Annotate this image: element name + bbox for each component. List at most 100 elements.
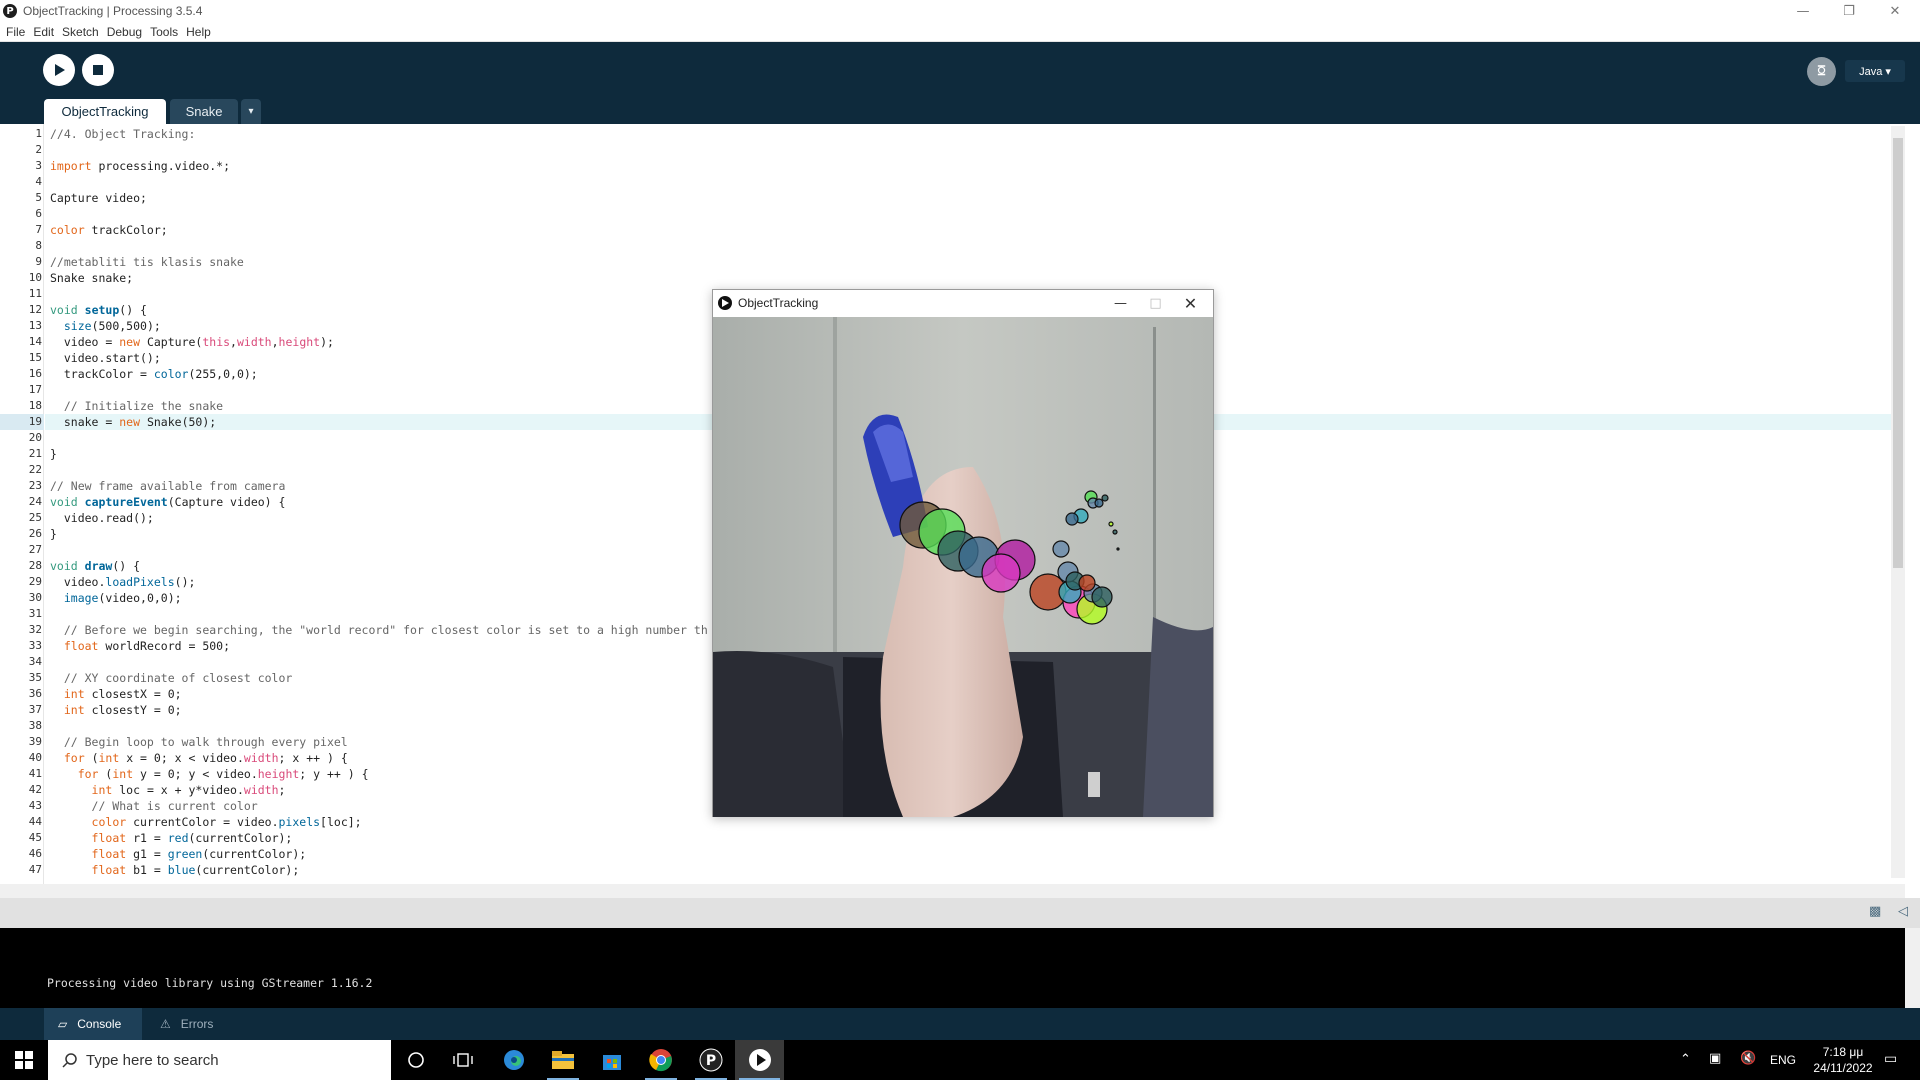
collapse-console-icon[interactable]: ◁: [1898, 904, 1908, 919]
line-number: 44: [28, 815, 42, 828]
snake-segment: [1108, 521, 1114, 527]
code-line[interactable]: Snake snake;: [50, 270, 133, 286]
toolbar: ꗞ Java ▾: [0, 42, 1920, 99]
line-number: 20: [28, 431, 42, 444]
store-icon[interactable]: [592, 1040, 632, 1080]
snake-segment: [1116, 547, 1120, 551]
code-line[interactable]: // What is current color: [50, 798, 258, 814]
tab-snake[interactable]: Snake: [170, 99, 238, 124]
code-line[interactable]: // New frame available from camera: [50, 478, 285, 494]
code-line[interactable]: // Initialize the snake: [50, 398, 223, 414]
menu-sketch[interactable]: Sketch: [58, 25, 103, 39]
code-line[interactable]: float g1 = green(currentColor);: [50, 846, 307, 862]
code-line[interactable]: int closestX = 0;: [50, 686, 182, 702]
run-button[interactable]: [43, 54, 75, 86]
console-scrollbar[interactable]: [1905, 928, 1920, 1008]
code-line[interactable]: float worldRecord = 500;: [50, 638, 230, 654]
console-settings-icon[interactable]: ▩: [1869, 904, 1881, 919]
taskbar-search-box[interactable]: Type here to search: [48, 1040, 391, 1080]
menu-edit[interactable]: Edit: [29, 25, 58, 39]
tab-console[interactable]: ▱ Console: [44, 1008, 142, 1040]
code-line[interactable]: //metabliti tis klasis snake: [50, 254, 244, 270]
tab-objecttracking[interactable]: ObjectTracking: [44, 99, 166, 124]
sketch-title-bar[interactable]: ObjectTracking — □ ✕: [713, 290, 1213, 316]
code-line[interactable]: for (int x = 0; x < video.width; x ++ ) …: [50, 750, 348, 766]
minimize-icon[interactable]: —: [1780, 0, 1826, 22]
code-line[interactable]: color trackColor;: [50, 222, 168, 238]
clock-time[interactable]: 7:18 μμ: [1815, 1045, 1871, 1059]
code-line[interactable]: float b1 = blue(currentColor);: [50, 862, 300, 878]
chevron-up-icon[interactable]: ⌃: [1680, 1052, 1691, 1067]
network-icon[interactable]: ▣: [1709, 1051, 1721, 1066]
code-line[interactable]: int loc = x + y*video.width;: [50, 782, 286, 798]
cortana-icon[interactable]: [396, 1040, 436, 1080]
sketch-canvas[interactable]: [713, 317, 1213, 817]
menu-help[interactable]: Help: [182, 25, 215, 39]
line-number: 31: [28, 607, 42, 620]
editor-scroll-thumb[interactable]: [1893, 138, 1903, 568]
code-line[interactable]: // Before we begin searching, the "world…: [50, 622, 708, 638]
code-line[interactable]: }: [50, 446, 57, 462]
code-line[interactable]: //4. Object Tracking:: [50, 126, 195, 142]
play-icon: [55, 64, 65, 76]
tab-menu-arrow[interactable]: ▾: [241, 99, 261, 124]
line-number: 23: [28, 479, 42, 492]
line-number: 15: [28, 351, 42, 364]
menu-file[interactable]: File: [0, 25, 29, 39]
line-number: 16: [28, 367, 42, 380]
code-line[interactable]: video.read();: [50, 510, 154, 526]
snake-segment: [981, 553, 1021, 593]
edge-icon[interactable]: [494, 1040, 534, 1080]
line-number: 26: [28, 527, 42, 540]
volume-muted-icon[interactable]: 🔇: [1740, 1051, 1756, 1066]
notifications-icon[interactable]: ▭: [1884, 1051, 1897, 1067]
code-line[interactable]: Capture video;: [50, 190, 147, 206]
snake-overlay: [899, 490, 1120, 625]
snake-segment: [1101, 494, 1109, 502]
tab-errors[interactable]: ⚠ Errors: [150, 1008, 240, 1040]
line-number: 10: [28, 271, 42, 284]
code-line[interactable]: snake = new Snake(50);: [50, 414, 216, 430]
restore-icon[interactable]: ❐: [1826, 0, 1872, 22]
code-line[interactable]: }: [50, 526, 57, 542]
close-icon[interactable]: ✕: [1872, 0, 1918, 22]
code-line[interactable]: // Begin loop to walk through every pixe…: [50, 734, 348, 750]
task-view-icon[interactable]: [443, 1040, 483, 1080]
menu-tools[interactable]: Tools: [146, 25, 182, 39]
code-line[interactable]: // XY coordinate of closest color: [50, 670, 292, 686]
code-line[interactable]: void setup() {: [50, 302, 147, 318]
warning-icon: ⚠: [160, 1017, 171, 1031]
code-line[interactable]: color currentColor = video.pixels[loc];: [50, 814, 362, 830]
run-triangle: [722, 299, 729, 307]
language-indicator[interactable]: ENG: [1770, 1053, 1796, 1067]
menu-debug[interactable]: Debug: [103, 25, 146, 39]
code-line[interactable]: image(video,0,0);: [50, 590, 182, 606]
sketch-run-logo: [748, 1049, 771, 1071]
code-line[interactable]: import processing.video.*;: [50, 158, 230, 174]
sketch-taskbar-icon[interactable]: [735, 1040, 784, 1080]
code-line[interactable]: int closestY = 0;: [50, 702, 182, 718]
sketch-close-icon[interactable]: ✕: [1168, 290, 1213, 316]
file-explorer-icon[interactable]: [543, 1040, 583, 1080]
code-line[interactable]: trackColor = color(255,0,0);: [50, 366, 258, 382]
code-line[interactable]: void draw() {: [50, 558, 140, 574]
line-number: 38: [28, 719, 42, 732]
code-line[interactable]: video.loadPixels();: [50, 574, 196, 590]
editor-horizontal-scrollbar[interactable]: [0, 884, 1905, 898]
mode-selector[interactable]: Java ▾: [1845, 60, 1905, 82]
code-line[interactable]: video = new Capture(this,width,height);: [50, 334, 334, 350]
code-line[interactable]: void captureEvent(Capture video) {: [50, 494, 285, 510]
code-line[interactable]: float r1 = red(currentColor);: [50, 830, 293, 846]
line-number: 24: [28, 495, 42, 508]
start-button[interactable]: [0, 1040, 48, 1080]
processing-taskbar-icon[interactable]: P: [691, 1040, 731, 1080]
clock-date[interactable]: 24/11/2022: [1805, 1061, 1881, 1075]
debug-toggle-button[interactable]: ꗞ: [1807, 57, 1836, 86]
chrome-icon[interactable]: [641, 1040, 681, 1080]
stop-button[interactable]: [82, 54, 114, 86]
code-line[interactable]: video.start();: [50, 350, 161, 366]
code-line[interactable]: size(500,500);: [50, 318, 161, 334]
editor-vertical-scrollbar[interactable]: [1891, 126, 1905, 878]
code-line[interactable]: for (int y = 0; y < video.height; y ++ )…: [50, 766, 369, 782]
sketch-window[interactable]: ObjectTracking — □ ✕: [712, 289, 1214, 817]
